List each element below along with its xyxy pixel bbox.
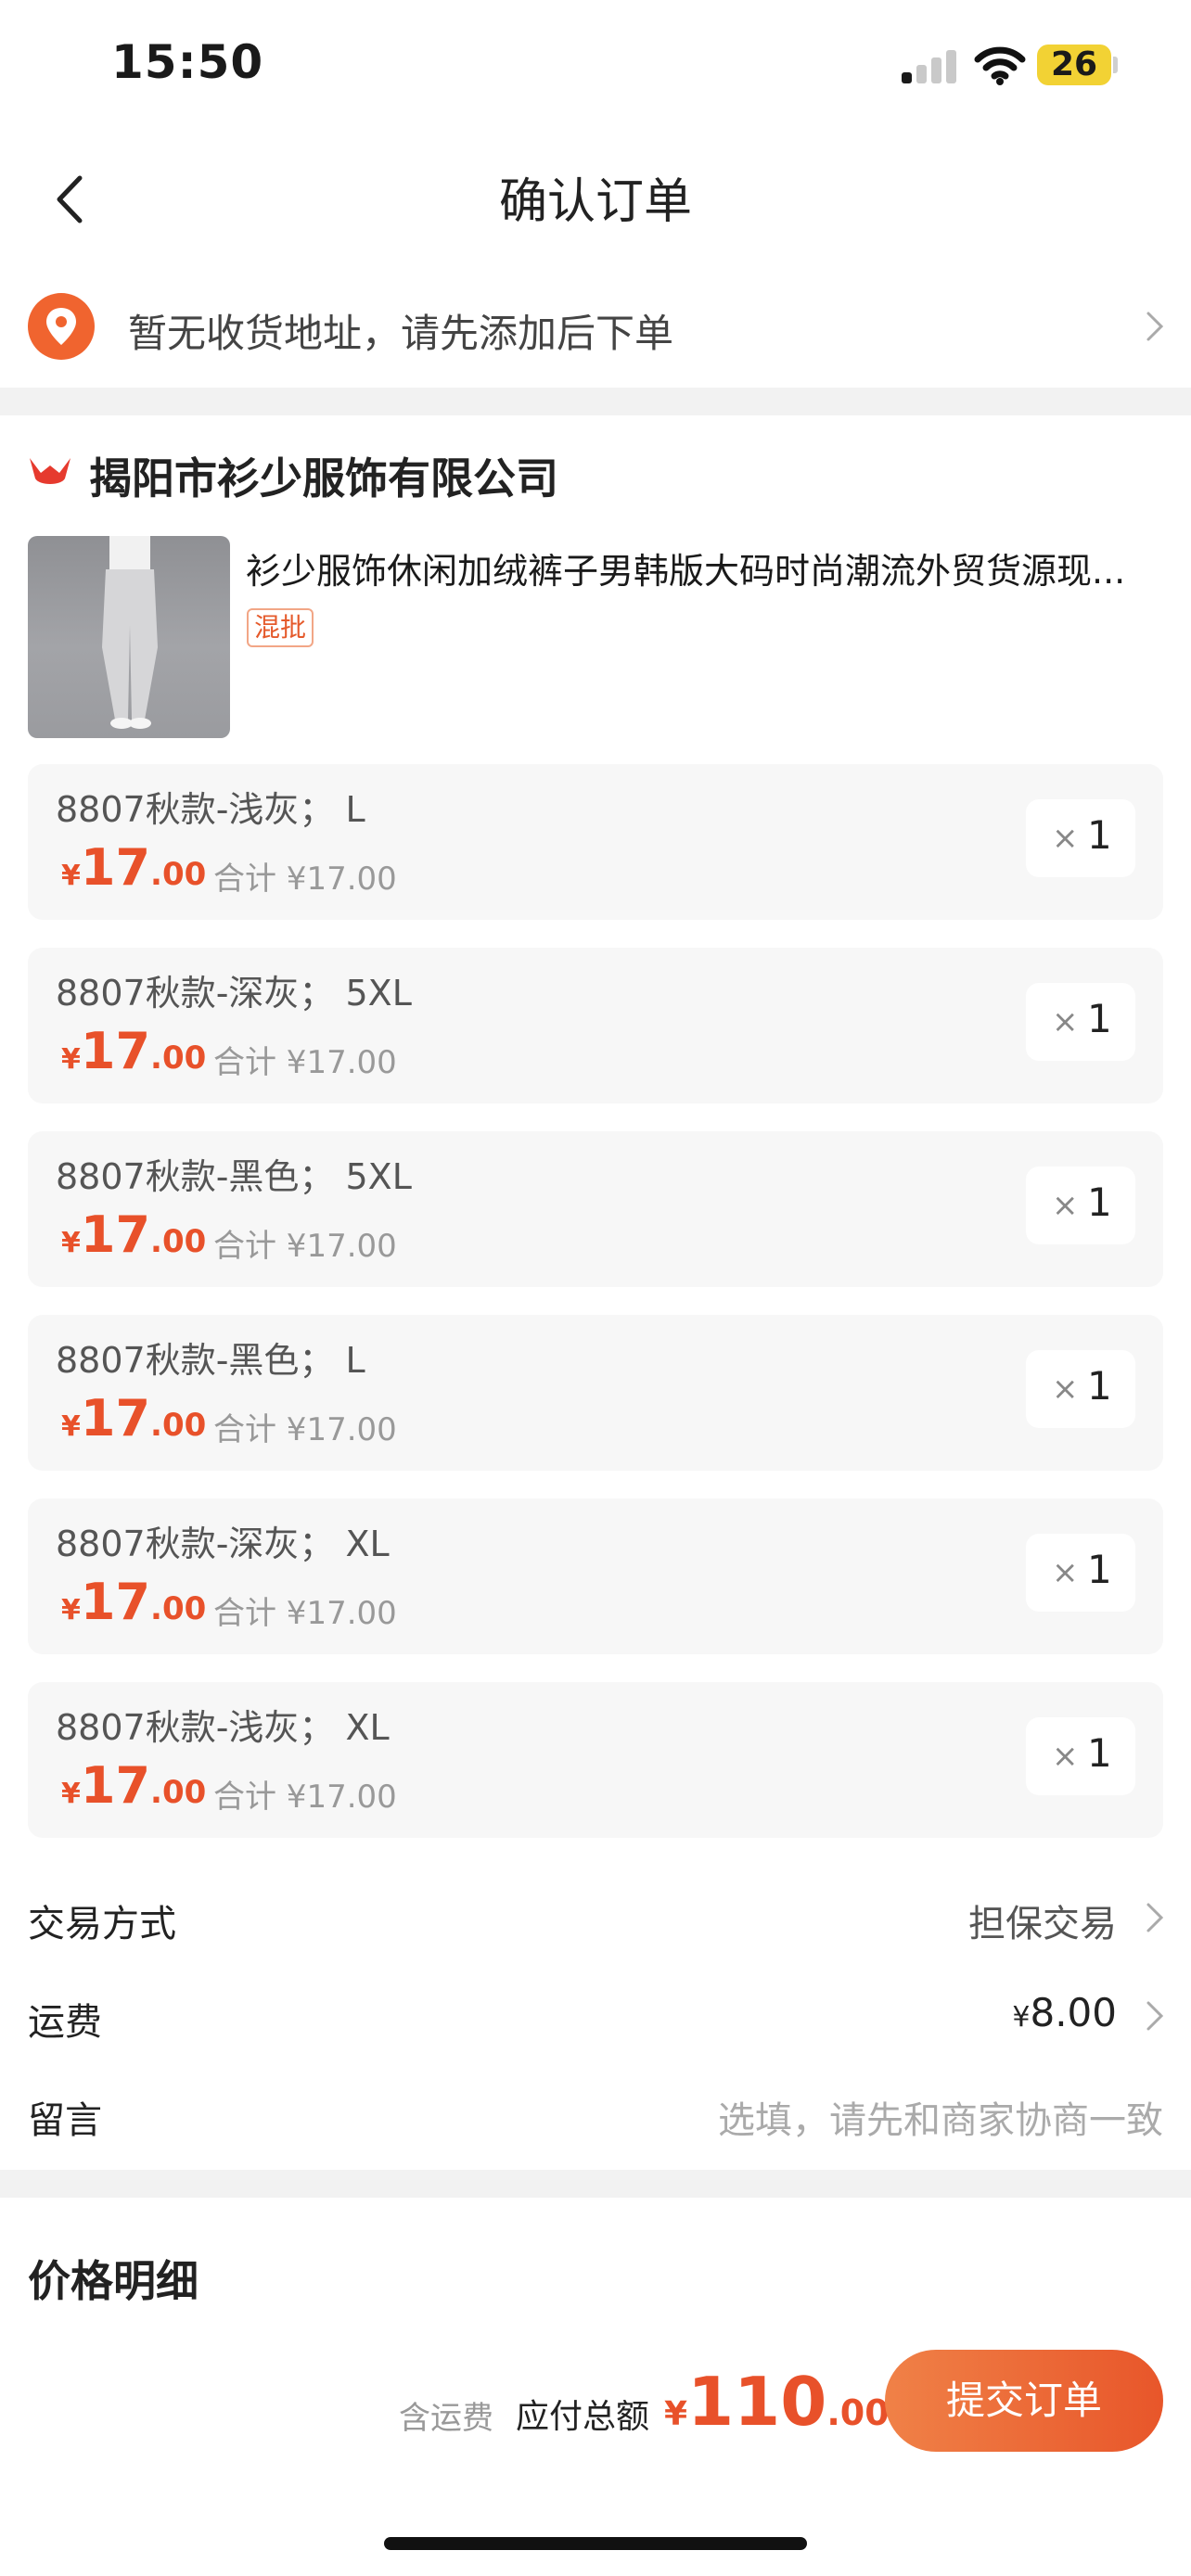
sku-price: ¥17.00 <box>61 1573 207 1631</box>
shipping-label: 运费 <box>28 2001 102 2044</box>
sku-row: 8807秋款-深灰； XL ¥17.00 合计 ¥17.00 × 1 <box>28 1498 1163 1654</box>
quantity-field[interactable]: × 1 <box>1026 1717 1135 1795</box>
sku-row: 8807秋款-浅灰； L ¥17.00 合计 ¥17.00 × 1 <box>28 764 1163 920</box>
battery-tip <box>1113 57 1118 73</box>
shipping-fee[interactable]: ¥8.00 <box>1012 1990 1117 2035</box>
sku-name: 8807秋款-浅灰； L <box>56 789 365 830</box>
sku-name: 8807秋款-黑色； 5XL <box>56 1156 412 1197</box>
sku-subtotal: 合计 ¥17.00 <box>213 1044 397 1081</box>
page-title: 确认订单 <box>498 174 692 230</box>
sku-price: ¥17.00 <box>61 1205 207 1264</box>
location-pin-icon <box>28 293 95 360</box>
sku-subtotal: 合计 ¥17.00 <box>213 861 397 898</box>
quantity-field[interactable]: × 1 <box>1026 1534 1135 1612</box>
shop-name[interactable]: 揭阳市衫少服饰有限公司 <box>89 445 558 506</box>
product-image[interactable] <box>28 536 230 738</box>
section-divider <box>0 2170 1191 2198</box>
quantity-field[interactable]: × 1 <box>1026 983 1135 1061</box>
message-label: 留言 <box>28 2099 102 2142</box>
submit-order-button[interactable]: 提交订单 <box>885 2350 1163 2452</box>
includes-shipping-note: 含运费 <box>399 2400 493 2437</box>
sku-subtotal: 合计 ¥17.00 <box>213 1779 397 1816</box>
chevron-right-icon[interactable] <box>1143 1997 1167 2034</box>
shop-logo-icon <box>30 458 70 484</box>
sku-subtotal: 合计 ¥17.00 <box>213 1411 397 1448</box>
sku-name: 8807秋款-深灰； XL <box>56 1524 390 1564</box>
wifi-icon <box>974 46 1026 85</box>
sku-row: 8807秋款-黑色； L ¥17.00 合计 ¥17.00 × 1 <box>28 1315 1163 1471</box>
section-divider <box>0 388 1191 415</box>
trade-method-label: 交易方式 <box>28 1903 176 1945</box>
cellular-signal-icon <box>902 50 957 83</box>
amount-due-label: 应付总额 <box>516 2398 650 2436</box>
sku-name: 8807秋款-深灰； 5XL <box>56 973 412 1014</box>
sku-row: 8807秋款-深灰； 5XL ¥17.00 合计 ¥17.00 × 1 <box>28 948 1163 1103</box>
product-title[interactable]: 衫少服饰休闲加绒裤子男韩版大码时尚潮流外贸货源现... <box>246 542 1155 593</box>
sku-name: 8807秋款-浅灰； XL <box>56 1707 390 1748</box>
sku-row: 8807秋款-黑色； 5XL ¥17.00 合计 ¥17.00 × 1 <box>28 1131 1163 1287</box>
sku-row: 8807秋款-浅灰； XL ¥17.00 合计 ¥17.00 × 1 <box>28 1682 1163 1838</box>
home-indicator <box>384 2537 807 2550</box>
sku-price: ¥17.00 <box>61 1389 207 1447</box>
address-placeholder: 暂无收货地址，请先添加后下单 <box>128 311 674 356</box>
message-input[interactable]: 选填，请先和商家协商一致 <box>718 2090 1163 2144</box>
trade-method-value[interactable]: 担保交易 <box>968 1894 1117 1947</box>
quantity-field[interactable]: × 1 <box>1026 1350 1135 1428</box>
sku-subtotal: 合计 ¥17.00 <box>213 1228 397 1265</box>
sku-subtotal: 合计 ¥17.00 <box>213 1595 397 1632</box>
quantity-field[interactable]: × 1 <box>1026 799 1135 877</box>
sku-price: ¥17.00 <box>61 1022 207 1080</box>
sku-name: 8807秋款-黑色； L <box>56 1340 365 1381</box>
mixed-batch-tag: 混批 <box>247 608 314 647</box>
battery-icon: 26 <box>1037 45 1111 85</box>
chevron-right-icon <box>1146 312 1164 341</box>
sku-price: ¥17.00 <box>61 1756 207 1815</box>
sku-price: ¥17.00 <box>61 838 207 897</box>
total-amount: ¥110.00 <box>664 2363 890 2441</box>
price-detail-title[interactable]: 价格明细 <box>28 2248 198 2309</box>
chevron-right-icon[interactable] <box>1143 1899 1167 1936</box>
quantity-field[interactable]: × 1 <box>1026 1167 1135 1244</box>
status-time: 15:50 <box>111 35 264 89</box>
